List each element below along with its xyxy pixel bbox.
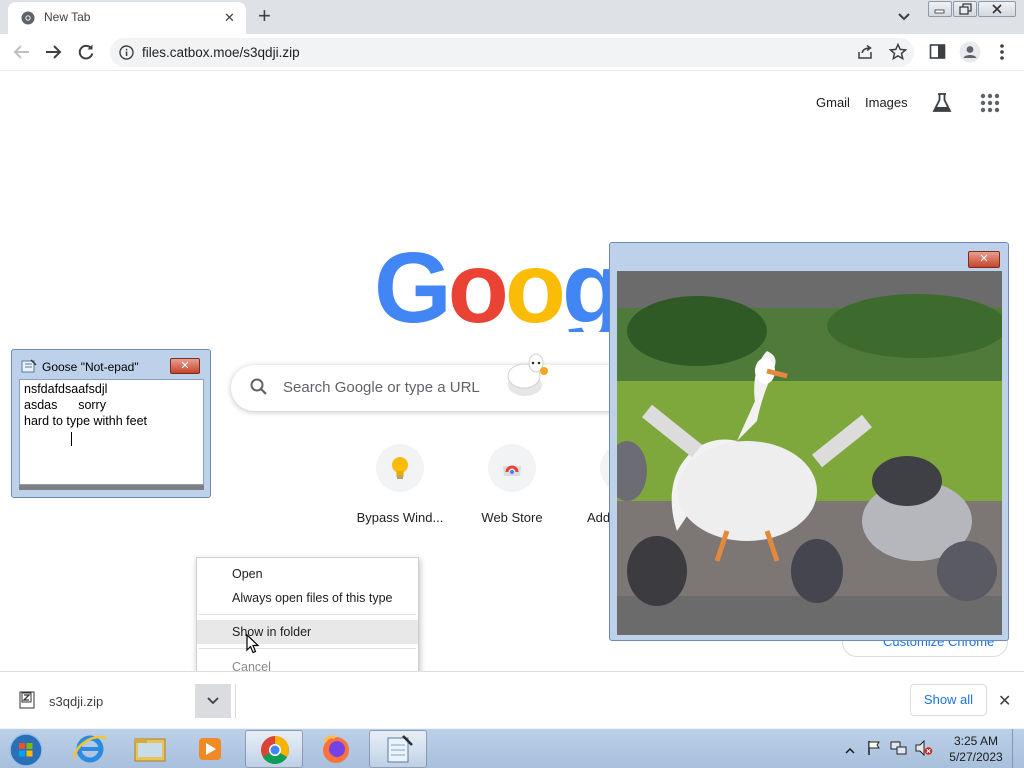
- tab-close-icon[interactable]: ✕: [224, 10, 235, 26]
- goose-video-window[interactable]: ✕: [609, 242, 1009, 641]
- firefox-taskbar-icon[interactable]: [307, 730, 365, 768]
- media-player-taskbar-icon[interactable]: [181, 730, 239, 768]
- network-icon[interactable]: [890, 740, 908, 761]
- windows-taskbar: 3:25 AM 5/27/2023: [0, 728, 1024, 768]
- chrome-favicon-icon: [21, 11, 35, 30]
- volume-muted-icon[interactable]: [915, 739, 933, 761]
- tab-title: New Tab: [44, 10, 91, 24]
- notepad-line: nsfdafdsaafsdjl: [24, 382, 108, 396]
- shortcut-add[interactable]: Add: [560, 444, 610, 534]
- forward-arrow-icon[interactable]: [44, 43, 62, 66]
- browser-toolbar: files.catbox.moe/s3qdji.zip: [0, 34, 1024, 71]
- clock-date: 5/27/2023: [949, 750, 1003, 764]
- mouse-cursor-icon: [246, 633, 260, 659]
- shortcut-bypass[interactable]: Bypass Wind...: [344, 444, 456, 534]
- share-icon[interactable]: [857, 44, 874, 65]
- images-link[interactable]: Images: [865, 95, 908, 110]
- shortcut-label: Add: [587, 510, 610, 525]
- shortcut-label: Bypass Wind...: [356, 510, 444, 525]
- window-close-button[interactable]: [978, 1, 1016, 17]
- notepad-line: hard to type withh feet: [24, 414, 147, 428]
- download-context-menu: Open Always open files of this type Show…: [196, 557, 419, 683]
- svg-text:Googl: Googl: [374, 232, 614, 332]
- side-panel-icon[interactable]: [929, 43, 946, 65]
- reload-icon[interactable]: [77, 43, 95, 66]
- show-desktop-button[interactable]: [1012, 729, 1024, 768]
- search-icon: [250, 378, 268, 401]
- download-options-button[interactable]: [195, 684, 231, 718]
- new-tab-button[interactable]: +: [258, 4, 271, 28]
- menu-item-always-open[interactable]: Always open files of this type: [197, 586, 418, 610]
- file-explorer-taskbar-icon[interactable]: [121, 730, 179, 768]
- goose-sprite-icon: [503, 349, 551, 404]
- webstore-icon: [488, 444, 536, 492]
- chrome-menu-icon[interactable]: [999, 43, 1005, 66]
- notepad-line: asdas sorry: [24, 398, 106, 412]
- url-text: files.catbox.moe/s3qdji.zip: [142, 45, 300, 60]
- tab-new-tab[interactable]: New Tab ✕: [8, 2, 246, 34]
- notepad-title: Goose "Not-epad": [42, 360, 139, 374]
- bookmark-star-icon[interactable]: [888, 42, 908, 66]
- goose-notepad-window[interactable]: Goose "Not-epad" ✕ nsfdafdsaafsdjl asdas…: [11, 349, 211, 498]
- shortcut-label: Web Store: [481, 510, 543, 525]
- google-apps-grid-icon[interactable]: [980, 93, 1000, 118]
- start-orb-button[interactable]: [2, 730, 46, 768]
- window-minimize-button[interactable]: [928, 1, 952, 17]
- download-file-name[interactable]: s3qdji.zip: [49, 694, 103, 709]
- gmail-link[interactable]: Gmail: [816, 95, 850, 110]
- notepad-taskbar-icon[interactable]: [369, 730, 427, 768]
- close-download-bar-icon[interactable]: ✕: [998, 691, 1011, 711]
- notepad-text-area[interactable]: nsfdafdsaafsdjl asdas sorry hard to type…: [19, 379, 204, 485]
- text-caret: [71, 432, 72, 446]
- chrome-taskbar-icon[interactable]: [245, 730, 303, 768]
- notepad-scrollbar[interactable]: [19, 485, 204, 490]
- window-restore-button[interactable]: [953, 1, 977, 17]
- show-all-downloads-button[interactable]: Show all: [910, 684, 987, 716]
- notepad-close-button[interactable]: ✕: [170, 358, 200, 374]
- google-logo: Googl: [374, 226, 614, 332]
- menu-separator: [199, 648, 416, 649]
- profile-avatar-icon[interactable]: [959, 41, 981, 68]
- chrome-labs-flask-icon[interactable]: [931, 92, 953, 119]
- shortcut-web-store[interactable]: Web Store: [456, 444, 568, 534]
- video-close-button[interactable]: ✕: [968, 251, 1000, 268]
- zip-file-icon: [19, 691, 37, 714]
- taskbar-clock[interactable]: 3:25 AM 5/27/2023: [946, 733, 1006, 765]
- download-divider: [235, 684, 236, 718]
- menu-separator: [199, 614, 416, 615]
- lightbulb-icon: [376, 444, 424, 492]
- tab-strip: New Tab ✕ +: [0, 0, 1024, 34]
- action-center-flag-icon[interactable]: [867, 740, 881, 761]
- show-hidden-icons-icon[interactable]: [845, 742, 855, 760]
- internet-explorer-taskbar-icon[interactable]: [62, 730, 120, 768]
- tab-search-icon[interactable]: [897, 9, 911, 27]
- back-arrow-icon[interactable]: [13, 43, 31, 66]
- clock-time: 3:25 AM: [953, 734, 999, 748]
- address-bar[interactable]: files.catbox.moe/s3qdji.zip: [110, 38, 914, 67]
- site-info-icon[interactable]: [119, 45, 134, 65]
- notepad-icon: [21, 359, 37, 378]
- menu-item-show-in-folder[interactable]: Show in folder: [197, 620, 418, 644]
- menu-item-open[interactable]: Open: [197, 562, 418, 586]
- goose-video-frame: [617, 271, 1002, 635]
- download-bar: s3qdji.zip Show all ✕: [0, 671, 1024, 728]
- search-placeholder: Search Google or type a URL: [283, 379, 480, 396]
